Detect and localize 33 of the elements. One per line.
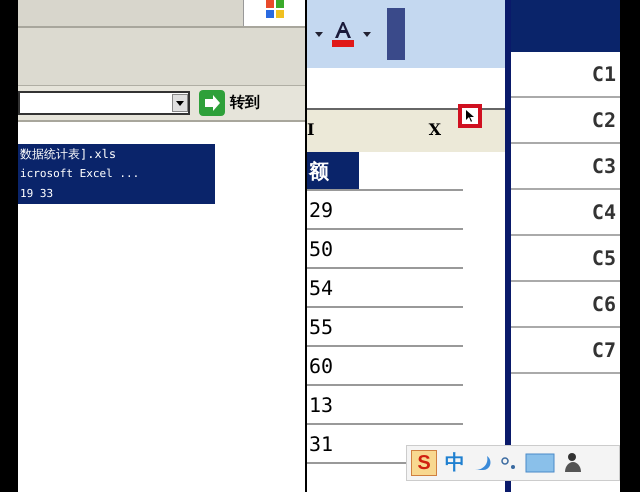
table-cell-text: C6 — [592, 291, 616, 318]
toolbar-handle[interactable] — [387, 8, 405, 60]
table-cell[interactable]: 54 — [307, 269, 336, 306]
font-color-icon — [331, 20, 355, 48]
table-cell[interactable]: 29 — [307, 191, 336, 228]
table-cell-text: C1 — [592, 61, 616, 88]
table-cell[interactable]: 额 — [307, 152, 359, 189]
go-button[interactable]: 转到 — [198, 89, 260, 117]
table-cell-text: C5 — [592, 245, 616, 272]
file-size: 19 33 — [20, 186, 54, 202]
file-name: 数据统计表].xls — [20, 146, 118, 163]
outlined-button[interactable] — [458, 104, 482, 128]
address-field[interactable] — [18, 91, 190, 115]
table-cell[interactable]: 13 — [307, 386, 336, 423]
caret-icon — [176, 100, 184, 106]
input-mode-button[interactable]: 中 — [445, 448, 465, 478]
file-type: icrosoft Excel ... — [20, 166, 140, 182]
table-cell-text: C3 — [592, 153, 616, 180]
table-cell[interactable]: 60 — [307, 347, 336, 384]
table-cell[interactable]: 50 — [307, 230, 336, 267]
table-cell[interactable]: 55 — [307, 308, 336, 345]
header-label: X — [428, 119, 441, 141]
caret-icon — [363, 32, 371, 36]
header-label: I — [307, 119, 314, 141]
table-cell-text: C2 — [592, 107, 616, 134]
caret-icon — [315, 32, 323, 36]
table-cell-text: C4 — [592, 199, 616, 226]
file-item[interactable]: 数据统计表].xls icrosoft Excel ... 19 33 — [18, 144, 215, 204]
table-cell-text: C7 — [592, 337, 616, 364]
pointer-icon — [466, 110, 474, 122]
ime-logo[interactable]: S — [411, 450, 437, 476]
dropdown-button[interactable] — [172, 94, 188, 112]
table-cell[interactable]: 31 — [307, 425, 336, 462]
